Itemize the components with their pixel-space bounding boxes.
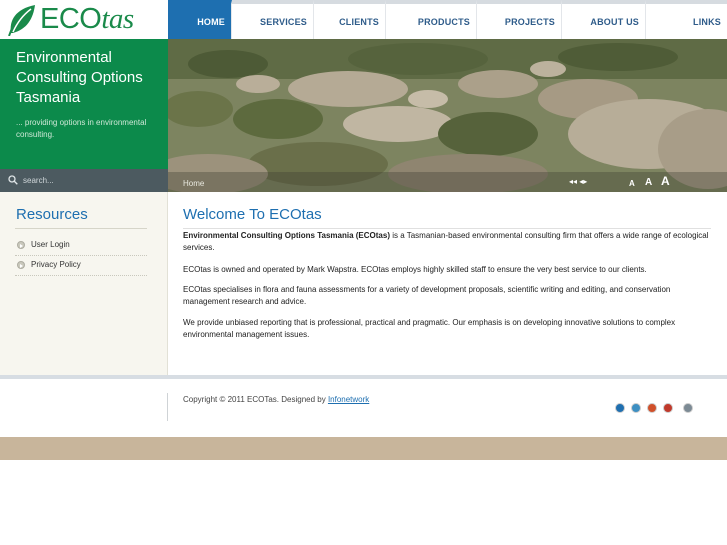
sidebar-item-label: User Login bbox=[31, 240, 70, 249]
copyright-text: Copyright © 2011 ECOTas. Designed by bbox=[183, 395, 328, 404]
nav-services[interactable]: SERVICES bbox=[232, 0, 314, 39]
intro-subtitle: ... providing options in environmental c… bbox=[16, 118, 147, 139]
footer: Copyright © 2011 ECOTas. Designed by Inf… bbox=[0, 379, 727, 437]
company-name: Environmental Consulting Options Tasmani… bbox=[183, 231, 390, 240]
slideshow-controls[interactable]: ◂◂ ◂▸ bbox=[569, 177, 587, 186]
hero-image: Home ◂◂ ◂▸ A A A bbox=[168, 39, 727, 192]
sidebar: Resources User Login Privacy Policy bbox=[0, 192, 168, 375]
header: ECOtas HOME SERVICES CLIENTS PRODUCTS PR… bbox=[0, 0, 727, 39]
paragraph-intro: Environmental Consulting Options Tasmani… bbox=[183, 230, 713, 253]
bottom-band bbox=[0, 437, 727, 460]
hero-caption-bar bbox=[168, 172, 727, 192]
theme-dot-blue[interactable] bbox=[615, 403, 625, 413]
copyright: Copyright © 2011 ECOTas. Designed by Inf… bbox=[183, 395, 369, 404]
theme-dot-red[interactable] bbox=[663, 403, 673, 413]
theme-dot-light-blue[interactable] bbox=[631, 403, 641, 413]
paragraph-ownership: ECOtas is owned and operated by Mark Wap… bbox=[183, 265, 647, 274]
nav-home[interactable]: HOME bbox=[168, 0, 232, 39]
search-icon[interactable] bbox=[8, 175, 18, 185]
designer-link[interactable]: Infonetwork bbox=[328, 395, 369, 404]
logo-eco: ECO bbox=[40, 3, 102, 35]
arrow-bullet-icon bbox=[17, 261, 25, 269]
main-content: Welcome To ECOtas Environmental Consulti… bbox=[168, 192, 727, 375]
search-input[interactable] bbox=[23, 172, 163, 189]
nav-products[interactable]: PRODUCTS bbox=[386, 0, 477, 39]
paragraph-approach: We provide unbiased reporting that is pr… bbox=[183, 318, 676, 339]
intro-title: Environmental Consulting Options Tasmani… bbox=[16, 49, 143, 106]
font-size-large[interactable]: A bbox=[661, 174, 670, 188]
nav-projects[interactable]: PROJECTS bbox=[477, 0, 562, 39]
sidebar-item-user-login[interactable]: User Login bbox=[15, 236, 147, 256]
theme-dot-orange[interactable] bbox=[647, 403, 657, 413]
hero-landscape bbox=[168, 39, 727, 192]
breadcrumb[interactable]: Home bbox=[183, 179, 204, 188]
theme-switcher bbox=[615, 403, 699, 413]
font-size-medium[interactable]: A bbox=[645, 177, 652, 188]
theme-dot-grey[interactable] bbox=[683, 403, 693, 413]
nav-about-us[interactable]: ABOUT US bbox=[562, 0, 646, 39]
font-size-small[interactable]: A bbox=[629, 179, 635, 188]
logo-tas: tas bbox=[101, 3, 134, 35]
leaf-logo-icon bbox=[8, 5, 36, 36]
main-nav: HOME SERVICES CLIENTS PRODUCTS PROJECTS … bbox=[168, 0, 727, 39]
search-bar bbox=[0, 169, 168, 192]
nav-links[interactable]: LINKS bbox=[646, 0, 727, 39]
sidebar-item-label: Privacy Policy bbox=[31, 260, 81, 269]
paragraph-services: ECOtas specialises in flora and fauna as… bbox=[183, 285, 671, 306]
intro-panel: Environmental Consulting Options Tasmani… bbox=[0, 39, 168, 169]
logo[interactable]: ECOtas bbox=[0, 0, 168, 39]
sidebar-divider bbox=[15, 228, 147, 229]
logo-wordmark: ECOtas bbox=[40, 3, 134, 35]
sidebar-title: Resources bbox=[16, 206, 88, 223]
page-title: Welcome To ECOtas bbox=[183, 206, 322, 223]
arrow-bullet-icon bbox=[17, 241, 25, 249]
sidebar-item-privacy-policy[interactable]: Privacy Policy bbox=[15, 256, 147, 276]
title-divider bbox=[183, 228, 711, 229]
footer-divider bbox=[167, 393, 168, 421]
nav-clients[interactable]: CLIENTS bbox=[314, 0, 386, 39]
